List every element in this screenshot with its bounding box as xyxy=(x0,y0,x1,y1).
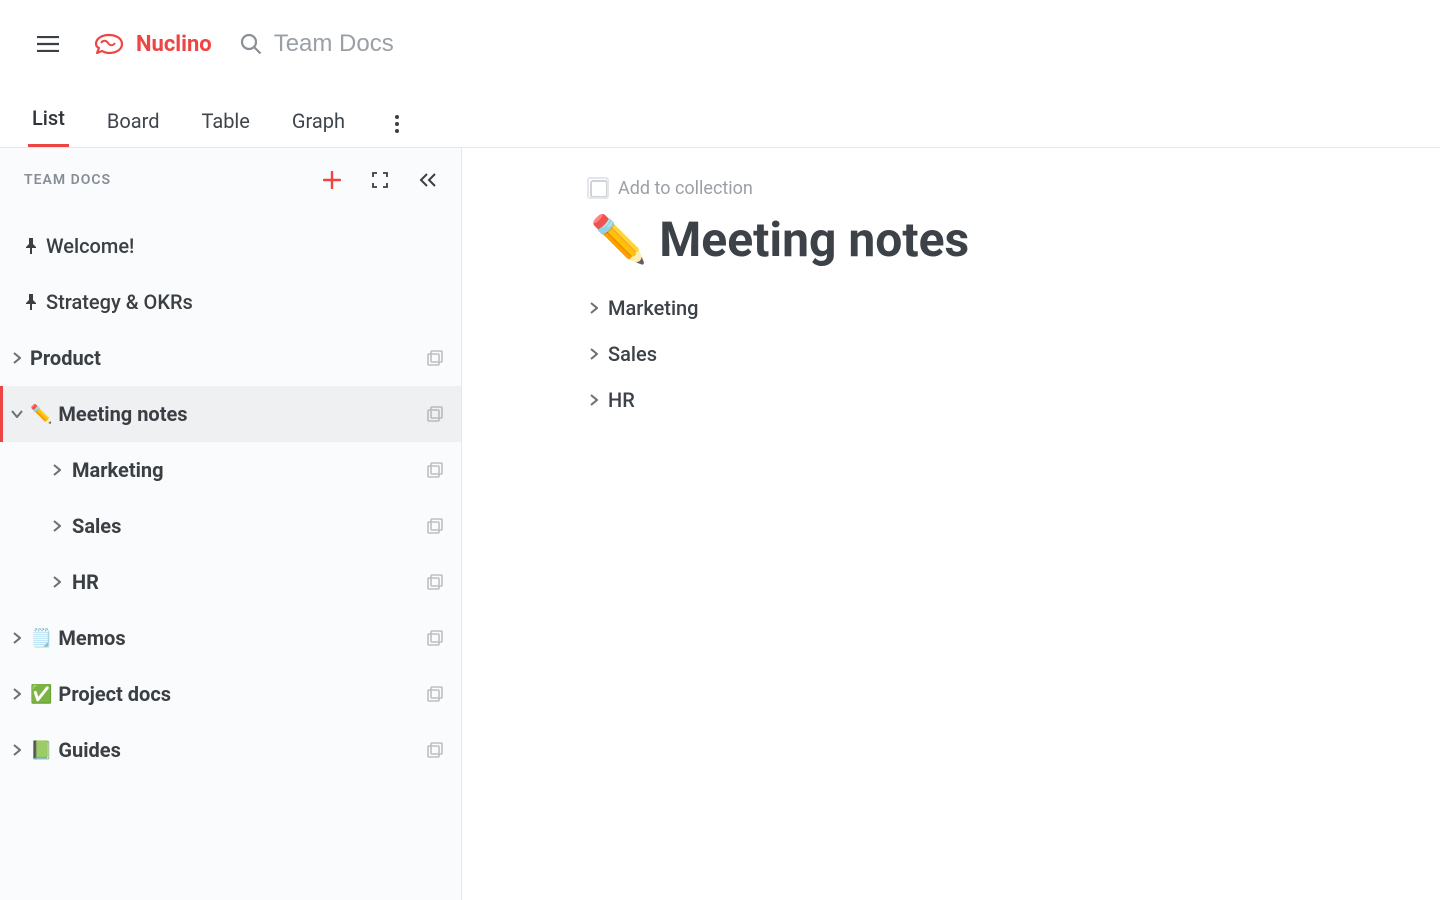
chevron-right-icon xyxy=(10,744,24,756)
chevron-right-icon xyxy=(10,632,24,644)
chevron-right-icon xyxy=(590,302,598,314)
collection-icon xyxy=(427,574,443,590)
notepad-emoji-icon: 🗒️ xyxy=(30,628,52,649)
chevron-right-icon xyxy=(590,394,598,406)
chevron-right-icon xyxy=(50,576,64,588)
book-emoji-icon: 📗 xyxy=(30,740,52,761)
pin-icon xyxy=(22,294,40,310)
chevrons-left-icon xyxy=(419,173,437,187)
add-button[interactable] xyxy=(317,165,347,195)
top-bar: Nuclino xyxy=(0,0,1440,88)
sidebar-item-label: Welcome! xyxy=(46,234,134,258)
sidebar-item-label: Product xyxy=(30,346,101,370)
view-tab-graph[interactable]: Graph xyxy=(288,109,349,147)
chevron-right-icon xyxy=(10,352,24,364)
collection-icon xyxy=(427,518,443,534)
menu-icon xyxy=(37,36,59,52)
collection-icon xyxy=(427,686,443,702)
sidebar-title: TEAM DOCS xyxy=(24,172,111,188)
chevron-down-icon xyxy=(10,410,24,418)
search-icon xyxy=(240,33,262,55)
sidebar-header: TEAM DOCS xyxy=(0,148,461,212)
pencil-emoji-icon: ✏️ xyxy=(590,213,647,267)
sidebar-item-product[interactable]: Product xyxy=(0,330,461,386)
main-content: Add to collection ✏️ Meeting notes Marke… xyxy=(462,148,1440,900)
collection-icon xyxy=(427,742,443,758)
sidebar-item-label: Project docs xyxy=(58,682,171,706)
toc-item-hr[interactable]: HR xyxy=(590,388,1416,412)
sidebar-item-marketing[interactable]: Marketing xyxy=(0,442,461,498)
brand-logo-icon xyxy=(92,31,126,57)
view-tab-board[interactable]: Board xyxy=(103,109,164,147)
add-to-collection-button[interactable]: Add to collection xyxy=(590,178,1416,199)
page-title-text[interactable]: Meeting notes xyxy=(659,211,969,268)
sidebar-item-sales[interactable]: Sales xyxy=(0,498,461,554)
sidebar-item-label: Guides xyxy=(58,738,120,762)
collection-icon xyxy=(427,462,443,478)
toc-label: Marketing xyxy=(608,296,699,320)
check-emoji-icon: ✅ xyxy=(30,684,52,705)
view-tab-list[interactable]: List xyxy=(28,106,69,147)
plus-icon xyxy=(323,171,341,189)
page-title: ✏️ Meeting notes xyxy=(590,211,1416,268)
toc-item-marketing[interactable]: Marketing xyxy=(590,296,1416,320)
chevron-right-icon xyxy=(10,688,24,700)
toc-label: Sales xyxy=(608,342,657,366)
toc-item-sales[interactable]: Sales xyxy=(590,342,1416,366)
expand-icon xyxy=(372,172,388,188)
sidebar-item-label: Strategy & OKRs xyxy=(46,290,193,314)
collection-icon xyxy=(427,406,443,422)
pin-icon xyxy=(22,238,40,254)
sidebar-item-label: Marketing xyxy=(72,458,164,482)
collection-icon xyxy=(427,630,443,646)
sidebar-item-label: HR xyxy=(72,570,99,594)
sidebar-item-welcome[interactable]: Welcome! xyxy=(0,218,461,274)
sidebar-item-label: Meeting notes xyxy=(58,402,187,426)
sidebar-item-strategy[interactable]: Strategy & OKRs xyxy=(0,274,461,330)
sidebar-item-hr[interactable]: HR xyxy=(0,554,461,610)
views-more-button[interactable] xyxy=(383,107,411,147)
collection-label: Add to collection xyxy=(618,178,753,199)
search[interactable] xyxy=(240,29,672,59)
sidebar-item-label: Memos xyxy=(58,626,125,650)
collection-icon xyxy=(590,180,608,198)
sidebar-item-label: Sales xyxy=(72,514,121,538)
view-tab-table[interactable]: Table xyxy=(197,109,253,147)
expand-button[interactable] xyxy=(365,165,395,195)
collapse-sidebar-button[interactable] xyxy=(413,165,443,195)
views-bar: List Board Table Graph xyxy=(0,88,1440,148)
search-input[interactable] xyxy=(272,29,672,59)
sidebar-item-meeting-notes[interactable]: ✏️ Meeting notes xyxy=(0,386,461,442)
brand-name: Nuclino xyxy=(136,32,212,57)
pencil-emoji-icon: ✏️ xyxy=(30,404,52,425)
chevron-right-icon xyxy=(590,348,598,360)
sidebar-tree: Welcome! Strategy & OKRs Product xyxy=(0,212,461,798)
sidebar: TEAM DOCS Welcome! xyxy=(0,148,462,900)
collection-icon xyxy=(427,350,443,366)
sidebar-item-guides[interactable]: 📗 Guides xyxy=(0,722,461,778)
brand[interactable]: Nuclino xyxy=(92,31,212,57)
more-vertical-icon xyxy=(395,115,399,133)
chevron-right-icon xyxy=(50,520,64,532)
chevron-right-icon xyxy=(50,464,64,476)
menu-button[interactable] xyxy=(28,24,68,64)
toc-label: HR xyxy=(608,388,635,412)
sidebar-item-project-docs[interactable]: ✅ Project docs xyxy=(0,666,461,722)
sidebar-item-memos[interactable]: 🗒️ Memos xyxy=(0,610,461,666)
